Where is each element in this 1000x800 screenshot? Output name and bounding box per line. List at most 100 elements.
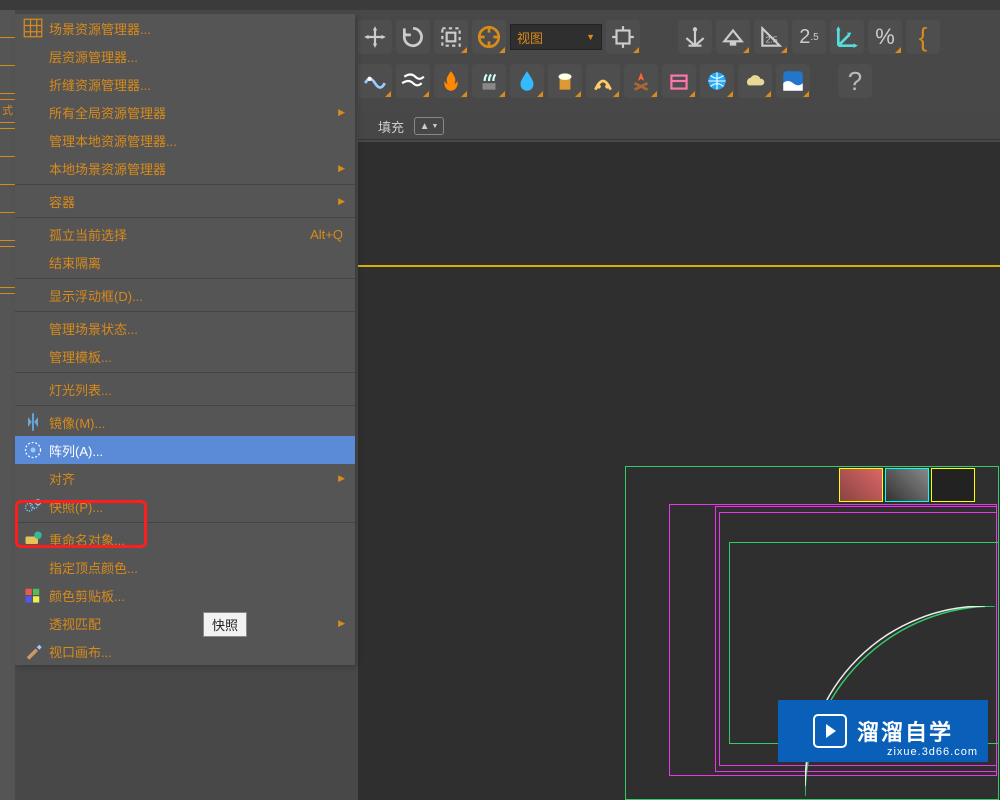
percent-snap-button[interactable]: 2.5	[792, 20, 826, 54]
svg-text:2.5: 2.5	[766, 34, 778, 44]
menu-item-label: 快照(P)...	[49, 497, 343, 516]
menu-item-assign-vertex-colors[interactable]: 指定顶点颜色...	[15, 553, 355, 581]
tools-dropdown-menu: 场景资源管理器... 层资源管理器... 折缝资源管理器... 所有全局资源管理…	[15, 14, 355, 665]
menu-item-isolate-selection[interactable]: 孤立当前选择 Alt+Q	[15, 220, 355, 248]
menu-item-label: 灯光列表...	[49, 380, 343, 399]
fx-water-button[interactable]	[510, 64, 544, 98]
menu-item-containers[interactable]: 容器	[15, 187, 355, 215]
menu-item-label: 容器	[49, 192, 343, 211]
menu-item-perspective-match[interactable]: 透视匹配	[15, 609, 355, 637]
main-toolbar-row-2: ?	[358, 64, 872, 98]
menu-item-label: 视口画布...	[49, 642, 343, 661]
menu-item-viewport-canvas[interactable]: 视口画布...	[15, 637, 355, 665]
play-icon	[813, 714, 847, 748]
menu-item-layer-explorer[interactable]: 层资源管理器...	[15, 42, 355, 70]
fx-cloud-button[interactable]	[738, 64, 772, 98]
menu-item-label: 场景资源管理器...	[49, 19, 343, 38]
menu-item-shortcut: Alt+Q	[310, 227, 343, 242]
fx-box-button[interactable]	[662, 64, 696, 98]
menu-item-manage-local-explorers[interactable]: 管理本地资源管理器...	[15, 126, 355, 154]
menu-item-mirror[interactable]: 镜像(M)...	[15, 408, 355, 436]
coord-system-label: 视图	[517, 28, 543, 47]
menu-item-end-isolate[interactable]: 结束隔离	[15, 248, 355, 276]
menu-item-manage-templates[interactable]: 管理模板...	[15, 342, 355, 370]
scale-tool-button[interactable]	[434, 20, 468, 54]
menu-item-label: 镜像(M)...	[49, 413, 343, 432]
menu-separator	[15, 217, 355, 218]
window-titlebar	[0, 0, 1000, 10]
brush-icon	[23, 641, 43, 661]
menu-item-scene-explorer[interactable]: 场景资源管理器...	[15, 14, 355, 42]
menu-item-all-global-explorers[interactable]: 所有全局资源管理器	[15, 98, 355, 126]
watermark-badge: 溜溜自学 zixue.3d66.com	[778, 700, 988, 762]
viewport-top-edge	[358, 265, 1000, 267]
fx-steam-button[interactable]	[472, 64, 506, 98]
rename-icon	[23, 529, 43, 549]
fx-globe-button[interactable]	[700, 64, 734, 98]
help-button[interactable]: ?	[838, 64, 872, 98]
left-strip-label: 式	[0, 99, 15, 123]
options-bar: 填充 ▲▼	[358, 113, 1000, 140]
menu-item-label: 显示浮动框(D)...	[49, 286, 343, 305]
menu-item-display-floater[interactable]: 显示浮动框(D)...	[15, 281, 355, 309]
placement-tool-button[interactable]	[472, 20, 506, 54]
menu-item-snapshot[interactable]: 快照(P)...	[15, 492, 355, 520]
menu-separator	[15, 311, 355, 312]
tooltip-snapshot: 快照	[203, 612, 247, 637]
clipboard-icon	[23, 585, 43, 605]
anchor-button[interactable]	[678, 20, 712, 54]
main-toolbar-row-1: 视图 ▼ 2.5 2.5 % {	[358, 20, 940, 54]
menu-separator	[15, 522, 355, 523]
mirror-icon	[23, 412, 43, 432]
menu-item-label: 对齐	[49, 469, 343, 488]
fx-wave2-button[interactable]	[776, 64, 810, 98]
menu-item-label: 指定顶点颜色...	[49, 558, 343, 577]
menu-item-align[interactable]: 对齐	[15, 464, 355, 492]
menu-item-label: 结束隔离	[49, 253, 343, 272]
fx-wave-button[interactable]	[358, 64, 392, 98]
menu-item-rename-objects[interactable]: 重命名对象...	[15, 525, 355, 553]
fill-mode-toggle[interactable]: ▲▼	[414, 117, 444, 135]
menu-item-label: 透视匹配	[49, 614, 343, 633]
array-icon	[23, 440, 43, 460]
move-tool-button[interactable]	[358, 20, 392, 54]
menu-item-crease-explorer[interactable]: 折缝资源管理器...	[15, 70, 355, 98]
watermark-url: zixue.3d66.com	[887, 746, 978, 758]
percent-button[interactable]: %	[868, 20, 902, 54]
menu-item-array[interactable]: 阵列(A)...	[15, 436, 355, 464]
menu-item-label: 管理模板...	[49, 347, 343, 366]
fx-splash-button[interactable]	[586, 64, 620, 98]
menu-item-local-scene-explorer[interactable]: 本地场景资源管理器	[15, 154, 355, 182]
menu-item-label: 所有全局资源管理器	[49, 103, 343, 122]
left-ruler: 式	[0, 10, 15, 800]
brace-button[interactable]: {	[906, 20, 940, 54]
menu-item-label: 孤立当前选择	[49, 225, 310, 244]
coord-system-select[interactable]: 视图 ▼	[510, 24, 602, 50]
fx-foam-button[interactable]	[548, 64, 582, 98]
menu-separator	[15, 278, 355, 279]
grid-icon	[23, 18, 43, 38]
menu-item-color-clipboard[interactable]: 颜色剪贴板...	[15, 581, 355, 609]
rotate-tool-button[interactable]	[396, 20, 430, 54]
menu-item-manage-scene-states[interactable]: 管理场景状态...	[15, 314, 355, 342]
menu-item-light-lister[interactable]: 灯光列表...	[15, 375, 355, 403]
menu-item-label: 本地场景资源管理器	[49, 159, 343, 178]
chevron-down-icon: ▼	[586, 32, 595, 42]
fx-fire-button[interactable]	[434, 64, 468, 98]
fx-bonfire-button[interactable]	[624, 64, 658, 98]
menu-item-label: 折缝资源管理器...	[49, 75, 343, 94]
menu-item-label: 重命名对象...	[49, 530, 343, 549]
snap-toggle-button[interactable]	[716, 20, 750, 54]
menu-item-label: 管理本地资源管理器...	[49, 131, 343, 150]
fx-flow-button[interactable]	[396, 64, 430, 98]
menu-item-label: 管理场景状态...	[49, 319, 343, 338]
menu-item-label: 颜色剪贴板...	[49, 586, 343, 605]
menu-separator	[15, 405, 355, 406]
menu-separator	[15, 372, 355, 373]
menu-item-label: 层资源管理器...	[49, 47, 343, 66]
watermark-title: 溜溜自学	[857, 715, 953, 747]
pivot-center-button[interactable]	[606, 20, 640, 54]
snapshot-icon	[23, 496, 43, 516]
axes-button[interactable]	[830, 20, 864, 54]
angle-snap-button[interactable]: 2.5	[754, 20, 788, 54]
